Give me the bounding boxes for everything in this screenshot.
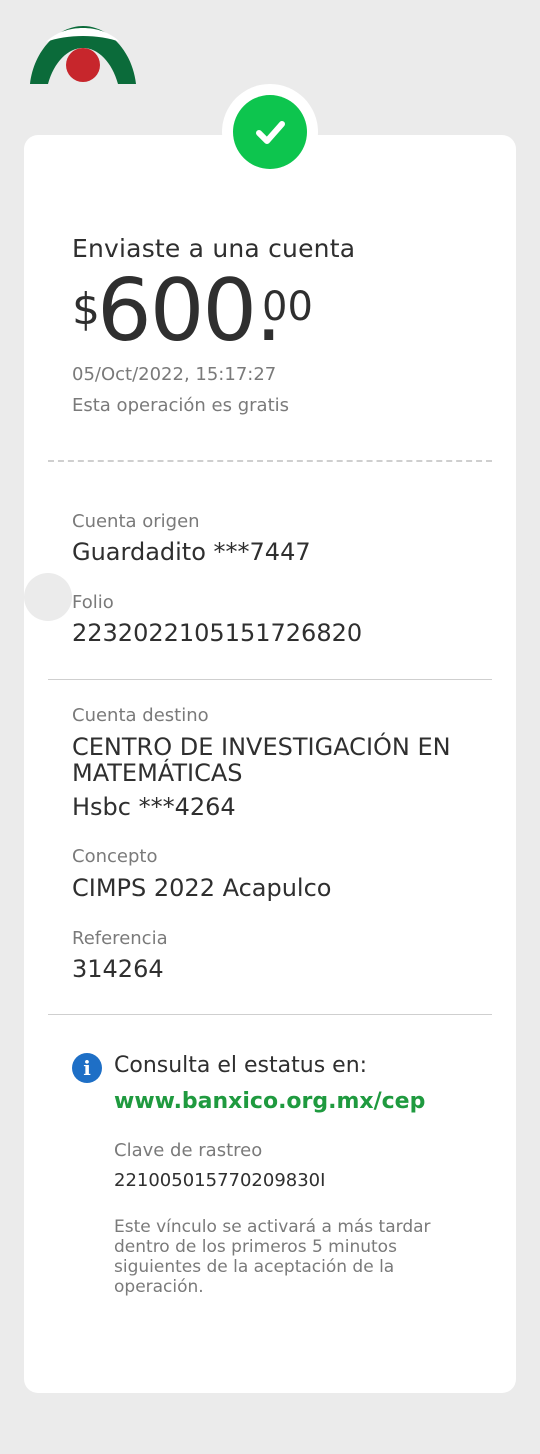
destination-name-line2: MATEMÁTICAS — [72, 759, 243, 787]
concept-label: Concepto — [72, 846, 158, 867]
destination-name-line1: CENTRO DE INVESTIGACIÓN EN — [72, 733, 451, 761]
origin-account-label: Cuenta origen — [72, 511, 200, 532]
tracking-key-label: Clave de rastreo — [114, 1140, 263, 1161]
ticket-divider — [48, 460, 492, 462]
destination-account-label: Cuenta destino — [72, 705, 209, 726]
concept-value: CIMPS 2022 Acapulco — [72, 874, 332, 902]
success-badge — [222, 84, 318, 180]
banxico-cep-link[interactable]: www.banxico.org.mx/cep — [114, 1089, 425, 1114]
section-separator — [48, 1014, 492, 1015]
bank-logo-icon — [28, 22, 138, 90]
info-icon: i — [72, 1053, 102, 1083]
transfer-title: Enviaste a una cuenta — [72, 234, 356, 263]
transfer-datetime: 05/Oct/2022, 15:17:27 — [72, 364, 277, 385]
amount-decimals: 00 — [262, 284, 313, 330]
tracking-key-value: 221005015770209830I — [114, 1170, 326, 1191]
amount-integer: 600. — [97, 261, 282, 361]
fee-note: Esta operación es gratis — [72, 395, 290, 416]
ticket-notch-left — [24, 573, 72, 621]
reference-value: 314264 — [72, 955, 164, 983]
check-icon — [233, 95, 307, 169]
activation-note: Este vínculo se activará a más tardar de… — [114, 1217, 431, 1297]
destination-bank-account: Hsbc ***4264 — [72, 793, 236, 821]
section-separator — [48, 679, 492, 680]
ticket-notch-right — [516, 573, 540, 621]
amount-currency: $ — [72, 284, 100, 335]
origin-account-value: Guardadito ***7447 — [72, 538, 311, 566]
folio-label: Folio — [72, 592, 114, 613]
reference-label: Referencia — [72, 928, 168, 949]
consult-status-text: Consulta el estatus en: — [114, 1053, 368, 1078]
folio-value: 2232022105151726820 — [72, 619, 363, 647]
